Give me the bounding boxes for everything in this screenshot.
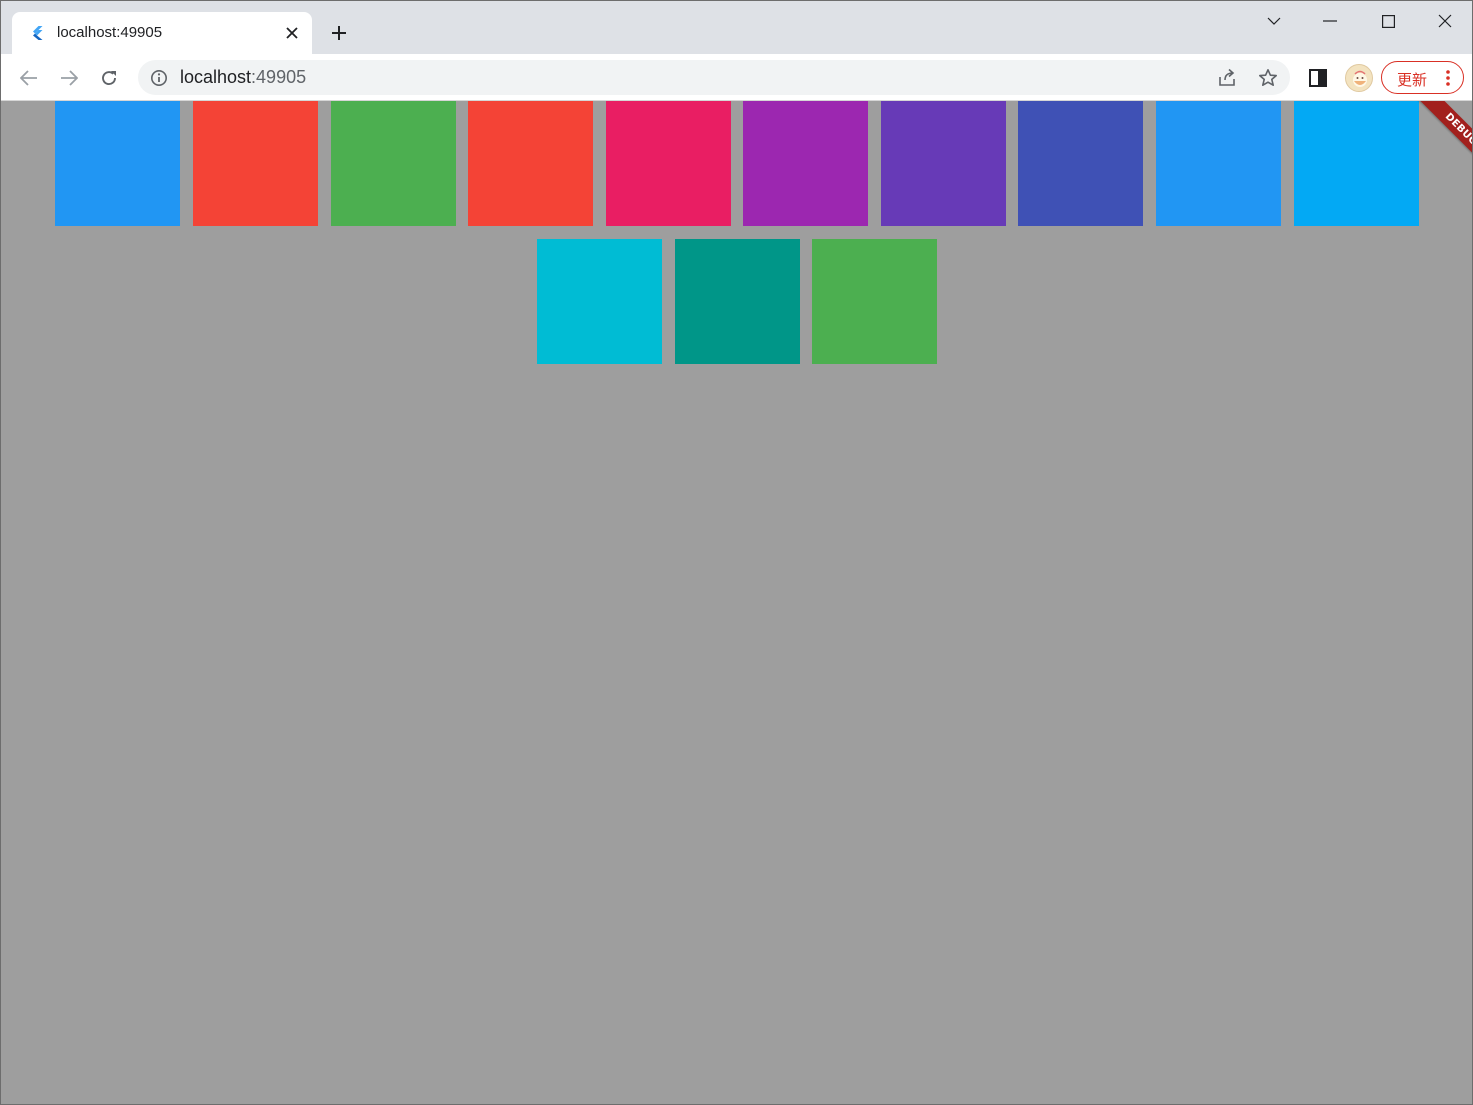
color-tile xyxy=(468,101,594,226)
url-text: localhost:49905 xyxy=(180,67,306,88)
color-tile xyxy=(536,239,662,364)
color-tile xyxy=(674,239,800,364)
color-tile xyxy=(880,101,1006,226)
maximize-icon[interactable] xyxy=(1360,1,1416,41)
url-port: :49905 xyxy=(251,67,307,87)
star-icon[interactable] xyxy=(1257,67,1279,89)
tab-active[interactable]: localhost:49905 xyxy=(12,12,312,54)
color-tile xyxy=(55,101,181,226)
chevron-down-icon[interactable] xyxy=(1246,1,1302,41)
tile-wrap xyxy=(1,101,1472,364)
browser-toolbar: localhost:49905 更新 xyxy=(1,54,1472,101)
color-tile xyxy=(812,239,938,364)
color-tile xyxy=(1293,101,1419,226)
browser-window: localhost:49905 localhost:49905 更新 DEBUG xyxy=(0,0,1473,1105)
close-icon[interactable] xyxy=(1417,1,1472,41)
plus-icon[interactable] xyxy=(327,21,351,45)
info-icon[interactable] xyxy=(150,69,168,87)
tab-title: localhost:49905 xyxy=(57,24,163,41)
color-tile xyxy=(605,101,731,226)
color-tile xyxy=(192,101,318,226)
close-icon[interactable] xyxy=(282,23,302,43)
flutter-app-view: DEBUG xyxy=(1,101,1472,1104)
color-tile xyxy=(1156,101,1282,226)
arrow-right-icon[interactable] xyxy=(53,62,85,94)
color-tile xyxy=(330,101,456,226)
color-tile xyxy=(1018,101,1144,226)
update-button-label: 更新 xyxy=(1397,72,1428,89)
minimize-icon[interactable] xyxy=(1302,1,1358,41)
address-bar[interactable]: localhost:49905 xyxy=(138,60,1290,95)
update-button[interactable]: 更新 xyxy=(1381,61,1464,94)
more-vert-icon[interactable] xyxy=(1440,68,1456,88)
color-tile xyxy=(743,101,869,226)
avatar-icon[interactable] xyxy=(1345,64,1373,92)
arrow-left-icon[interactable] xyxy=(13,62,45,94)
url-host: localhost xyxy=(180,67,252,87)
side-panel-icon[interactable] xyxy=(1306,66,1330,90)
flutter-icon xyxy=(29,25,45,41)
tab-strip: localhost:49905 xyxy=(1,1,1472,54)
share-icon[interactable] xyxy=(1216,67,1238,89)
reload-icon[interactable] xyxy=(93,62,125,94)
